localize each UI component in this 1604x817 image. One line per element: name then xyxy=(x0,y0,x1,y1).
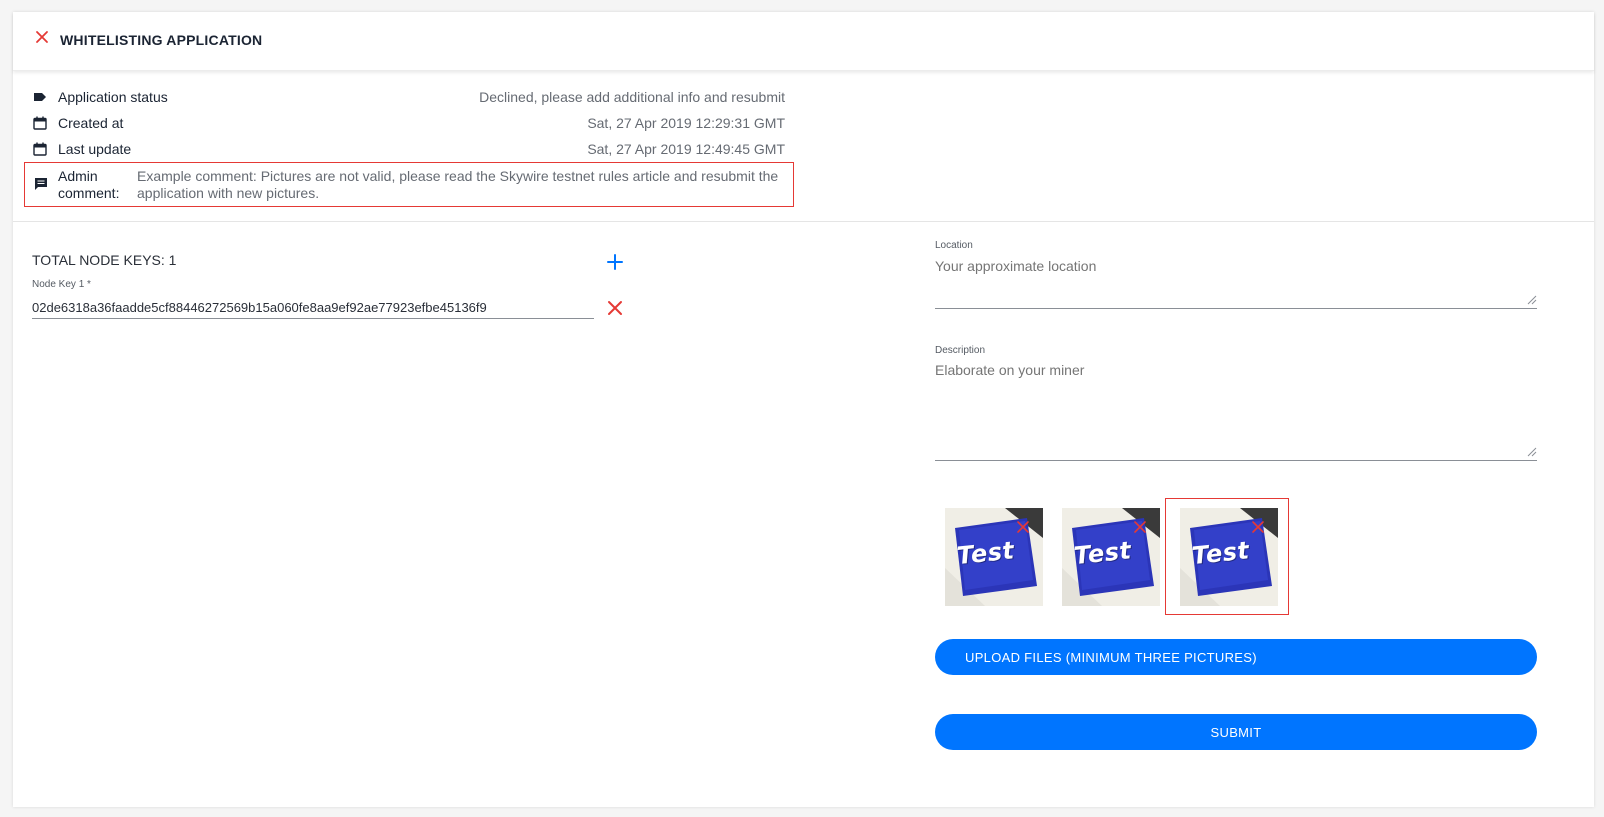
status-label: Application status xyxy=(58,89,168,105)
calendar-icon xyxy=(33,116,47,130)
description-label: Description xyxy=(935,345,986,356)
description-field[interactable] xyxy=(935,362,1537,461)
tag-icon xyxy=(34,93,46,101)
updated-row: Last update Sat, 27 Apr 2019 12:49:45 GM… xyxy=(13,139,803,161)
node-keys-total: TOTAL NODE KEYS: 1 xyxy=(32,252,177,268)
location-label: Location xyxy=(935,240,973,251)
page-title: WHITELISTING APPLICATION xyxy=(60,32,263,48)
created-value: Sat, 27 Apr 2019 12:29:31 GMT xyxy=(587,115,785,131)
created-label: Created at xyxy=(58,115,124,131)
uploaded-image-thumbnail[interactable]: Test xyxy=(1062,508,1160,606)
comment-icon xyxy=(35,178,47,190)
node-key-label: Node Key 1 * xyxy=(32,279,91,290)
node-key-input[interactable] xyxy=(32,296,594,319)
uploaded-image-thumbnail[interactable]: Test xyxy=(945,508,1043,606)
location-field[interactable] xyxy=(935,258,1537,309)
admin-comment-label: Admin comment: xyxy=(58,168,120,201)
status-value: Declined, please add additional info and… xyxy=(479,89,785,105)
add-node-key-icon[interactable] xyxy=(606,253,624,271)
remove-image-icon[interactable] xyxy=(1133,520,1147,534)
resize-handle-icon[interactable] xyxy=(1525,445,1537,457)
calendar-icon xyxy=(33,142,47,156)
status-row: Application status Declined, please add … xyxy=(13,87,803,109)
created-row: Created at Sat, 27 Apr 2019 12:29:31 GMT xyxy=(13,113,803,135)
submit-button[interactable]: SUBMIT xyxy=(935,714,1537,750)
section-divider xyxy=(13,221,1594,222)
updated-label: Last update xyxy=(58,141,132,157)
admin-comment-text: Example comment: Pictures are not valid,… xyxy=(137,168,779,201)
admin-comment-box: Admin comment: Example comment: Pictures… xyxy=(24,162,794,207)
remove-image-icon[interactable] xyxy=(1251,520,1265,534)
application-card: WHITELISTING APPLICATION Application sta… xyxy=(13,12,1594,807)
upload-files-button[interactable]: UPLOAD FILES (MINIMUM THREE PICTURES) xyxy=(935,639,1537,675)
resize-handle-icon[interactable] xyxy=(1525,293,1537,305)
remove-node-key-icon[interactable] xyxy=(607,300,623,316)
dialog-header: WHITELISTING APPLICATION xyxy=(13,12,1594,71)
updated-value: Sat, 27 Apr 2019 12:49:45 GMT xyxy=(587,141,785,157)
uploaded-image-thumbnail[interactable]: Test xyxy=(1180,508,1278,606)
remove-image-icon[interactable] xyxy=(1016,520,1030,534)
close-icon[interactable] xyxy=(35,30,49,44)
